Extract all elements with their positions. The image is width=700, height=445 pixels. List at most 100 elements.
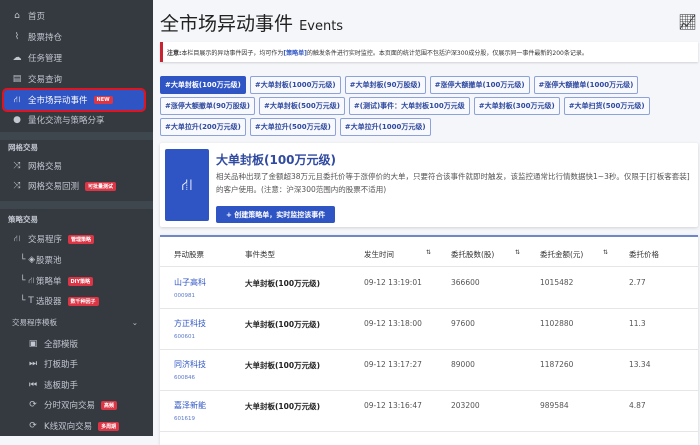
cell-shares: 366600 (451, 278, 480, 287)
badge: 可批量测试 (85, 181, 117, 191)
stock-code: 000981 (174, 293, 195, 299)
event-tag[interactable]: #大单封板(100万元级) (160, 76, 246, 94)
table-row[interactable]: 山子高科 000981 大单封板(100万元级) 09-12 13:19:01 3666… (160, 268, 698, 309)
event-tag[interactable]: #大单拉升(500万元级) (249, 118, 336, 136)
cell-shares: 89000 (451, 360, 475, 369)
template-icon: ▣ (28, 339, 38, 349)
sidebar-item-label: 打板助手 (44, 360, 79, 370)
event-tag[interactable]: #大单封板(500万元级) (259, 97, 345, 115)
cell-type: 大单封板(100万元级) (245, 361, 321, 370)
sitemap-icon: ⛙ (13, 233, 21, 244)
title-text: 全市场异动事件 (160, 13, 294, 35)
sidebar-item-screener[interactable]: └ T 选股器 数千种因子 (4, 291, 144, 311)
create-strategy-button[interactable]: + 创建策略单，实时监控该事件 (216, 206, 336, 223)
sidebar-item-label: 策略单 (36, 277, 62, 287)
sidebar-item-events[interactable]: ⛙ 全市场异动事件 NEW (2, 88, 146, 112)
sidebar-item-label: 全市场异动事件 (28, 96, 88, 106)
stock-code: 601619 (174, 416, 195, 422)
column-header[interactable]: 发生时间 (364, 249, 394, 260)
stock-name-link[interactable]: 同济科技 (174, 359, 206, 370)
event-tag[interactable]: #大单封板(1000万元级) (249, 76, 341, 94)
shuffle-icon: ⤨ (13, 161, 21, 171)
divider (0, 132, 153, 140)
table-icon: ▤ (12, 74, 22, 84)
sort-icon[interactable]: ⇅ (426, 249, 431, 256)
sidebar-item-home[interactable]: ⌂ 首页 (4, 6, 144, 26)
cell-price: 4.87 (629, 401, 646, 410)
event-tag[interactable]: #大单拉升(200万元级) (160, 118, 246, 136)
sidebar-item-tasks[interactable]: ☁ 任务管理 (4, 48, 144, 68)
section-header-grid: 网格交易 (8, 143, 38, 152)
sidebar-item-label: 交易程序模板 (12, 317, 57, 327)
sidebar-item-label: K线双向交易 (44, 422, 93, 432)
sync-icon: ⟳ (29, 400, 37, 410)
table-row[interactable]: 方正科技 600601 大单封板(100万元级) 09-12 13:18:00 9760… (160, 309, 698, 350)
title-subtitle: Events (299, 19, 344, 34)
column-header[interactable]: 委托价格 (629, 249, 659, 260)
badge: 多周期 (98, 421, 120, 431)
events-table: 异动股票 事件类型 发生时间 ⇅ 委托股数(股) ⇅ 委托金额(元) ⇅ 委托价… (160, 235, 698, 445)
sidebar-item-kline[interactable]: ⟳ K线双向交易 多周期 (4, 416, 144, 436)
sidebar-item-positions[interactable]: ⌇ 股票持仓 (4, 27, 144, 47)
notice-text: 的触发条件进行实时监控。本页面的统计范围不包括沪深300成分股，仅展示同一事件最… (306, 50, 588, 57)
sync-icon: ⟳ (29, 421, 37, 431)
divider (0, 201, 153, 209)
table-row[interactable]: 同济科技 600846 大单封板(100万元级) 09-12 13:17:27 8900… (160, 350, 698, 391)
cell-amount: 1015482 (540, 278, 574, 287)
strategy-link[interactable]: [策略单] (283, 50, 307, 57)
page-title: 全市场异动事件 Events (160, 9, 343, 36)
cell-type: 大单封板(100万元级) (245, 279, 321, 288)
sidebar-item-strategy-list[interactable]: └ ⛙ 策略单 DIY策略 (4, 271, 144, 291)
home-icon: ⌂ (14, 11, 20, 21)
event-description: 相关品种出现了金额超38万元且委托价等于涨停价的大单，只要符合该事件就即时触发，… (216, 172, 690, 194)
filter-icon: └ T (20, 296, 34, 306)
cell-price: 13.34 (629, 360, 651, 369)
badge: 高频 (101, 400, 118, 410)
event-title: 大单封板(100万元级) (216, 153, 337, 167)
stock-name-link[interactable]: 山子高科 (174, 277, 206, 288)
event-tag[interactable]: #(测试)事件：大单封板100万元级 (348, 97, 470, 115)
column-header[interactable]: 异动股票 (174, 249, 204, 260)
event-tag[interactable]: #大单扫货(500万元级) (563, 97, 650, 115)
cloud-icon: ☁ (12, 53, 22, 63)
table-header: 异动股票 事件类型 发生时间 ⇅ 委托股数(股) ⇅ 委托金额(元) ⇅ 委托价… (160, 237, 698, 267)
event-tag[interactable]: #涨停大额撤单(100万元级) (429, 76, 530, 94)
sidebar-item-label: 任务管理 (28, 54, 63, 64)
sidebar-item-label: 交易程序 (28, 235, 63, 245)
badge: 数千种因子 (67, 296, 99, 306)
table-row[interactable]: 嘉泽新能 601619 大单封板(100万元级) 09-12 13:16:47 2032… (160, 391, 698, 432)
sidebar-item-community[interactable]: ● 量化交流与策略分享 (4, 110, 144, 130)
column-header[interactable]: 委托股数(股) (451, 249, 494, 260)
sidebar-item-label: 网格交易 (28, 162, 63, 172)
shuffle-icon: ⤨ (13, 181, 21, 191)
event-tag[interactable]: #大单拉升(1000万元级) (339, 118, 431, 136)
stock-name-link[interactable]: 方正科技 (174, 318, 206, 329)
sidebar-item-trade-query[interactable]: ▤ 交易查询 (4, 69, 144, 89)
sidebar-item-stock-pool[interactable]: └ ◈ 股票池 (4, 250, 144, 270)
badge: 管理策略 (68, 234, 95, 244)
sidebar-item-grid-backtest[interactable]: ⤨ 网格交易回测 可批量测试 (4, 176, 144, 196)
cell-amount: 989584 (540, 401, 569, 410)
stock-name-link[interactable]: 嘉泽新能 (174, 400, 206, 411)
sidebar-item-programs[interactable]: ⛙ 交易程序 管理策略 (4, 229, 144, 249)
column-header[interactable]: 委托金额(元) (540, 249, 583, 260)
event-tag[interactable]: #大单封板(90万股级) (344, 76, 426, 94)
sidebar-item-escape-helper[interactable]: ⏮ 逃板助手 (4, 375, 144, 395)
sidebar-item-all-templates[interactable]: ▣ 全部模版 (4, 334, 144, 354)
sort-icon[interactable]: ⇅ (515, 249, 520, 256)
event-tag[interactable]: #大单封板(300万元级) (473, 97, 560, 115)
event-tag[interactable]: #涨停大额撤单(1000万元级) (533, 76, 639, 94)
sidebar-item-label: 股票持仓 (28, 33, 63, 43)
event-tag[interactable]: #涨停大额撤单(90万股级) (160, 97, 256, 115)
sidebar-item-intraday[interactable]: ⟳ 分时双向交易 高频 (4, 395, 144, 415)
chart-area-icon[interactable]: 📈︎ (678, 13, 697, 31)
sort-icon[interactable]: ⇅ (603, 249, 608, 256)
sidebar-item-grid[interactable]: ⤨ 网格交易 (4, 156, 144, 176)
chevron-down-icon: ⌄ (131, 317, 138, 327)
sidebar-item-templates[interactable]: 交易程序模板 ⌄ (4, 312, 144, 332)
cell-type: 大单封板(100万元级) (245, 402, 321, 411)
column-header[interactable]: 事件类型 (245, 249, 275, 260)
sitemap-icon: └ ⛙ (20, 275, 35, 286)
sidebar-item-board-helper[interactable]: ⏭ 打板助手 (4, 354, 144, 374)
event-tag-list: #大单封板(100万元级) #大单封板(1000万元级) #大单封板(90万股级) #… (160, 76, 700, 136)
